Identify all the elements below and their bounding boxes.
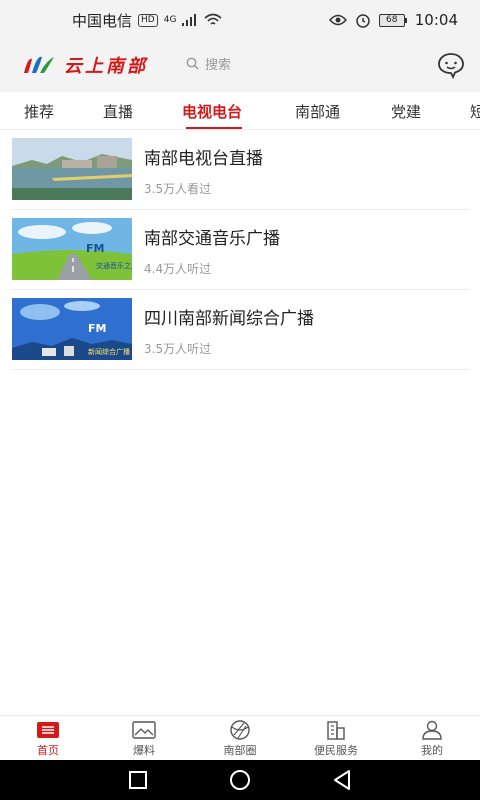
tab-recommend[interactable]: 推荐 [24,101,54,122]
bottom-nav: 首页 爆料 南部圈 便民服务 我的 [0,715,480,760]
person-icon [422,720,442,740]
chat-bubble-icon[interactable] [436,50,466,80]
list-item[interactable]: 南部电视台直播 3.5万人看过 [12,130,470,210]
thumb-fm-label: FM [86,242,104,255]
channel-thumbnail [12,138,132,200]
tab-short[interactable]: 短 [470,101,480,122]
signal-icon [182,14,197,26]
building-icon [327,721,345,740]
alarm-icon [356,14,370,28]
clock: 10:04 [414,11,458,29]
tab-nanbutong[interactable]: 南部通 [295,101,340,122]
status-bar: 中国电信 HD 4G 68 10:04 [0,0,480,40]
thumb-fm-sublabel: 交通音乐之声 [96,261,132,270]
nav-mine[interactable]: 我的 [392,720,472,758]
nav-report[interactable]: 爆料 [104,720,184,758]
channel-title: 南部电视台直播 [144,149,263,169]
recents-icon[interactable] [126,768,150,792]
app-header: 云上南部 搜索 [0,40,480,92]
tab-tv-radio[interactable]: 电视电台 [182,101,242,122]
tab-party[interactable]: 党建 [391,101,421,122]
logo-mark-icon [24,56,54,73]
circle-icon [230,720,250,740]
view-count: 3.5万人看过 [144,182,212,196]
nav-services[interactable]: 便民服务 [296,720,376,758]
search-icon [186,57,199,70]
thumb-fm-sublabel: 新闻综合广播 [88,347,130,356]
list-item[interactable]: FM 新闻综合广播 四川南部新闻综合广播 3.5万人听过 [12,290,470,370]
nav-home[interactable]: 首页 [8,720,88,758]
channel-title: 南部交通音乐广播 [144,229,280,249]
active-tab-indicator [186,127,242,129]
channel-thumbnail: FM 新闻综合广播 [12,298,132,360]
channel-title: 四川南部新闻综合广播 [144,309,314,329]
nav-label: 我的 [421,744,443,757]
channel-thumbnail: FM 交通音乐之声 [12,218,132,280]
network-type: 4G [163,15,177,25]
tab-live[interactable]: 直播 [103,101,133,122]
nav-label: 便民服务 [314,744,358,757]
nav-circle[interactable]: 南部圈 [200,720,280,758]
carrier-label: 中国电信 [72,11,133,30]
search-placeholder: 搜索 [205,58,232,73]
hd-badge: HD [138,13,158,27]
nav-label: 首页 [37,744,59,757]
battery-icon: 68 [378,13,407,27]
category-tabs: 推荐 直播 电视电台 南部通 党建 短 [0,92,480,130]
app-logo: 云上南部 [22,52,148,78]
home-icon [37,722,59,738]
listen-count: 4.4万人听过 [144,262,212,276]
wifi-icon [204,13,222,25]
battery-level: 68 [378,13,405,27]
list-item[interactable]: FM 交通音乐之声 南部交通音乐广播 4.4万人听过 [12,210,470,290]
listen-count: 3.5万人听过 [144,342,212,356]
logo-text: 云上南部 [64,56,148,77]
image-icon [132,721,156,739]
home-button-icon[interactable] [228,768,252,792]
nav-label: 爆料 [133,744,155,757]
eye-icon [328,14,347,26]
system-nav-bar [0,760,480,800]
nav-label: 南部圈 [223,744,257,757]
thumb-fm-label: FM [88,322,106,335]
search-box[interactable]: 搜索 [186,54,231,73]
back-icon[interactable] [330,768,354,792]
